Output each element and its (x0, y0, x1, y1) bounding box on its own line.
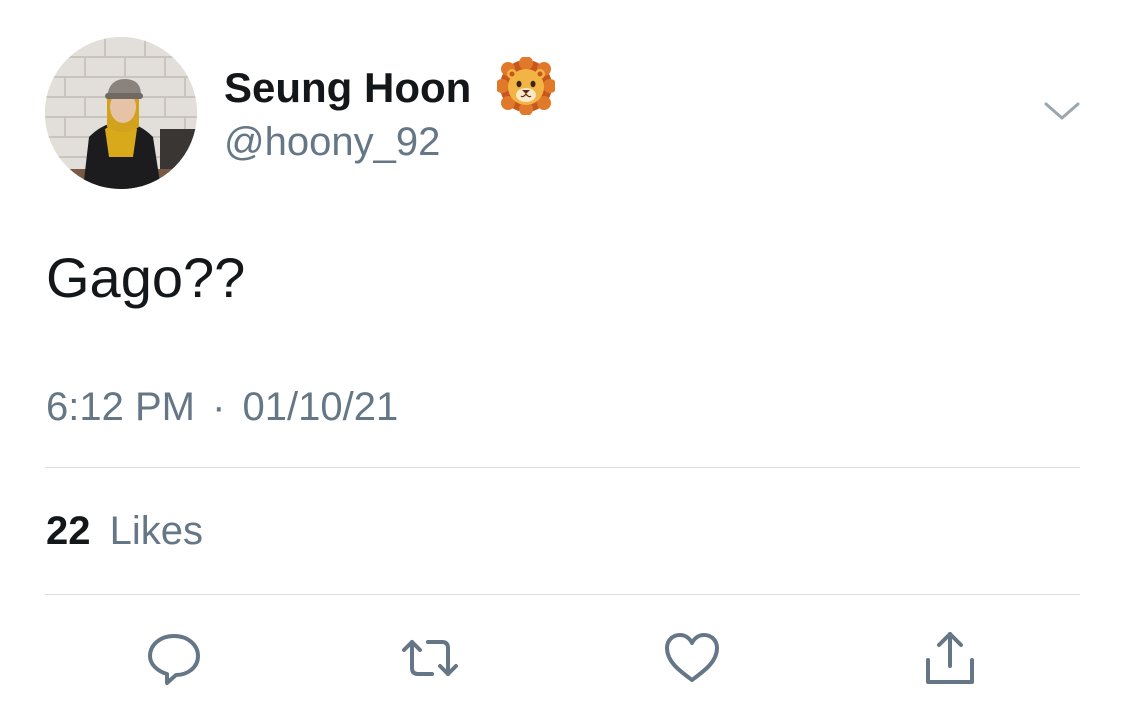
tweet-text: Gago?? (46, 246, 246, 309)
likes-stat[interactable]: 22 Likes (46, 507, 203, 555)
retweet-button[interactable] (398, 626, 462, 690)
likes-count: 22 (46, 509, 91, 553)
user-handle[interactable]: @hoony_92 (224, 118, 440, 166)
tweet-time: 6:12 PM (46, 385, 195, 429)
divider (45, 467, 1080, 468)
tweet-date: 01/10/21 (242, 385, 399, 429)
profile-photo (45, 37, 197, 189)
reply-bubble-icon (148, 634, 200, 685)
share-button[interactable] (918, 626, 982, 690)
retweet-icon (402, 640, 458, 676)
lion-face-icon (495, 56, 557, 116)
chevron-down-icon[interactable] (1040, 96, 1084, 126)
timestamp-separator: · (212, 385, 226, 429)
heart-icon (665, 633, 719, 682)
display-name[interactable]: Seung Hoon (224, 64, 471, 112)
avatar[interactable] (45, 37, 197, 189)
like-button[interactable] (660, 626, 724, 690)
tweet-timestamp: 6:12 PM · 01/10/21 (46, 383, 398, 431)
reply-button[interactable] (142, 626, 206, 690)
likes-label: Likes (109, 509, 204, 553)
divider (45, 594, 1080, 595)
share-icon (926, 632, 974, 684)
